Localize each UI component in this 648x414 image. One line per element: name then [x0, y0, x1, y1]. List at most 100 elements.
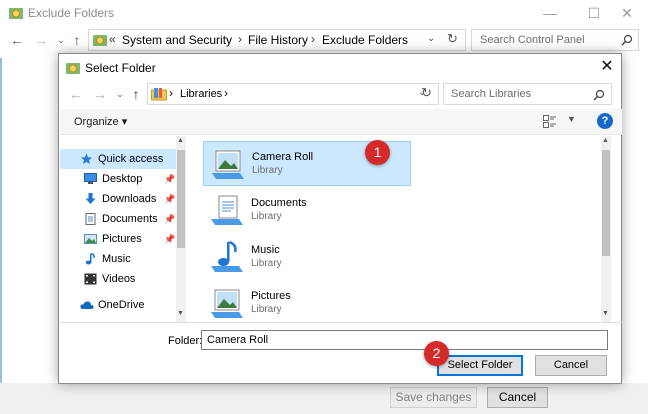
parent-window-title: Exclude Folders — [28, 6, 115, 20]
parent-bottom-bar — [0, 383, 648, 414]
chevron-right-icon: › — [169, 86, 173, 100]
file-item-documents[interactable]: Documents Library — [203, 188, 411, 233]
documents-icon — [85, 213, 96, 225]
dialog-toolbar: Organize ▾ ▼ ? — [60, 109, 622, 135]
nav-item-label: Downloads — [102, 193, 157, 205]
pin-icon[interactable]: 📌 — [164, 209, 175, 229]
nav-onedrive-label: OneDrive — [98, 299, 145, 311]
control-panel-icon — [9, 8, 23, 19]
parent-search-placeholder: Search Control Panel — [480, 34, 585, 46]
nav-quick-access-label: Quick access — [98, 153, 164, 165]
nav-item-label: Desktop — [102, 173, 143, 185]
onedrive-cloud-icon — [80, 301, 94, 309]
nav-item-videos[interactable]: Videos — [60, 269, 176, 289]
music-icon — [85, 253, 95, 265]
scroll-up-icon[interactable]: ▲ — [177, 137, 184, 144]
file-name: Camera Roll — [252, 151, 314, 163]
folder-label: Folder: — [168, 335, 203, 347]
navigation-pane: Quick access Desktop 📌 Downloads 📌 Docum… — [60, 136, 188, 322]
content-scrollbar-thumb[interactable] — [602, 150, 610, 256]
libraries-icon — [151, 88, 167, 101]
folder-name-input[interactable]: Camera Roll — [201, 330, 608, 350]
desktop-icon — [84, 173, 97, 184]
pin-icon[interactable]: 📌 — [164, 229, 175, 249]
view-options-icon — [543, 115, 556, 128]
parent-search-box[interactable]: Search Control Panel — [471, 29, 639, 51]
star-icon — [81, 153, 92, 164]
chevron-right-icon: › — [224, 86, 228, 100]
organize-label: Organize — [74, 116, 119, 128]
nav-item-label: Videos — [102, 273, 136, 285]
nav-onedrive[interactable]: OneDrive — [60, 295, 176, 315]
forward-arrow-icon[interactable]: → — [91, 85, 109, 103]
nav-item-pictures[interactable]: Pictures 📌 — [60, 229, 176, 249]
dialog-search-box[interactable]: Search Libraries — [443, 83, 612, 105]
breadcrumb-file-history[interactable]: File History — [248, 33, 308, 47]
nav-scrollbar-thumb[interactable] — [177, 150, 185, 248]
file-type: Library — [251, 304, 282, 315]
back-arrow-icon[interactable]: ← — [67, 85, 85, 103]
help-icon[interactable]: ? — [597, 113, 613, 129]
parent-address-bar[interactable]: « System and Security › File History › E… — [88, 29, 466, 51]
file-list: Camera Roll Library Documents Library Mu… — [197, 136, 611, 322]
parent-nav-edge — [0, 58, 2, 388]
file-name: Pictures — [251, 290, 291, 302]
file-item-pictures[interactable]: Pictures Library — [203, 281, 411, 326]
downloads-icon — [85, 193, 96, 204]
nav-item-downloads[interactable]: Downloads 📌 — [60, 189, 176, 209]
breadcrumb-libraries[interactable]: Libraries — [180, 88, 222, 100]
dialog-address-bar[interactable]: › Libraries › ⌄ — [147, 83, 439, 105]
dialog-close-icon[interactable]: ✕ — [595, 56, 619, 78]
documents-library-icon — [211, 195, 243, 225]
up-arrow-icon[interactable]: ↑ — [68, 30, 86, 50]
file-name: Documents — [251, 197, 307, 209]
refresh-icon[interactable]: ↻ — [447, 31, 458, 47]
nav-quick-access[interactable]: Quick access — [60, 149, 176, 169]
parent-titlebar: Exclude Folders — ☐ ✕ — [0, 0, 648, 26]
file-type: Library — [251, 211, 282, 222]
camera-roll-library-icon — [212, 150, 244, 179]
minimize-button[interactable]: — — [528, 0, 572, 26]
pin-icon[interactable]: 📌 — [164, 189, 175, 209]
save-changes-button[interactable]: Save changes — [390, 387, 477, 408]
control-panel-icon — [93, 35, 107, 46]
videos-icon — [84, 273, 97, 285]
chevron-right-icon: › — [238, 32, 242, 46]
step-badge-2: 2 — [424, 341, 449, 366]
chevron-right-icon: › — [311, 32, 315, 46]
back-arrow-icon[interactable]: ← — [8, 30, 26, 50]
forward-arrow-icon[interactable]: → — [32, 30, 50, 50]
pictures-icon — [84, 234, 97, 244]
content-scrollbar[interactable]: ▲ ▼ — [601, 136, 611, 322]
organize-menu[interactable]: Organize ▾ — [74, 115, 127, 128]
nav-item-documents[interactable]: Documents 📌 — [60, 209, 176, 229]
scroll-up-icon[interactable]: ▲ — [602, 137, 609, 144]
nav-item-label: Pictures — [102, 233, 142, 245]
nav-scrollbar[interactable]: ▲ ▼ — [176, 136, 186, 322]
dialog-search-placeholder: Search Libraries — [451, 88, 532, 100]
dialog-divider — [60, 322, 622, 323]
scroll-down-icon[interactable]: ▼ — [177, 310, 184, 317]
breadcrumb-overflow-icon[interactable]: « — [109, 32, 116, 46]
nav-item-label: Music — [102, 253, 131, 265]
breadcrumb-exclude-folders[interactable]: Exclude Folders — [322, 33, 408, 47]
select-folder-button[interactable]: Select Folder — [437, 355, 523, 376]
dialog-title: Select Folder — [85, 61, 156, 75]
pictures-library-icon — [211, 289, 243, 318]
change-view-button[interactable]: ▼ — [543, 114, 577, 130]
nav-item-music[interactable]: Music — [60, 249, 176, 269]
up-arrow-icon[interactable]: ↑ — [127, 85, 145, 103]
close-button[interactable]: ✕ — [605, 0, 648, 26]
file-item-music[interactable]: Music Library — [203, 235, 411, 280]
chevron-down-icon: ▼ — [567, 114, 576, 124]
refresh-icon[interactable]: ↻ — [421, 85, 432, 101]
nav-item-desktop[interactable]: Desktop 📌 — [60, 169, 176, 189]
breadcrumb-system-security[interactable]: System and Security — [122, 33, 232, 47]
parent-cancel-button[interactable]: Cancel — [487, 387, 548, 408]
scroll-down-icon[interactable]: ▼ — [602, 310, 609, 317]
dialog-cancel-button[interactable]: Cancel — [535, 355, 607, 376]
address-dropdown-icon[interactable]: ⌄ — [427, 33, 435, 44]
file-type: Library — [252, 165, 283, 176]
pin-icon[interactable]: 📌 — [164, 169, 175, 189]
select-folder-dialog: Select Folder ✕ ← → ⌄ ↑ › Libraries › ⌄ … — [58, 53, 622, 384]
